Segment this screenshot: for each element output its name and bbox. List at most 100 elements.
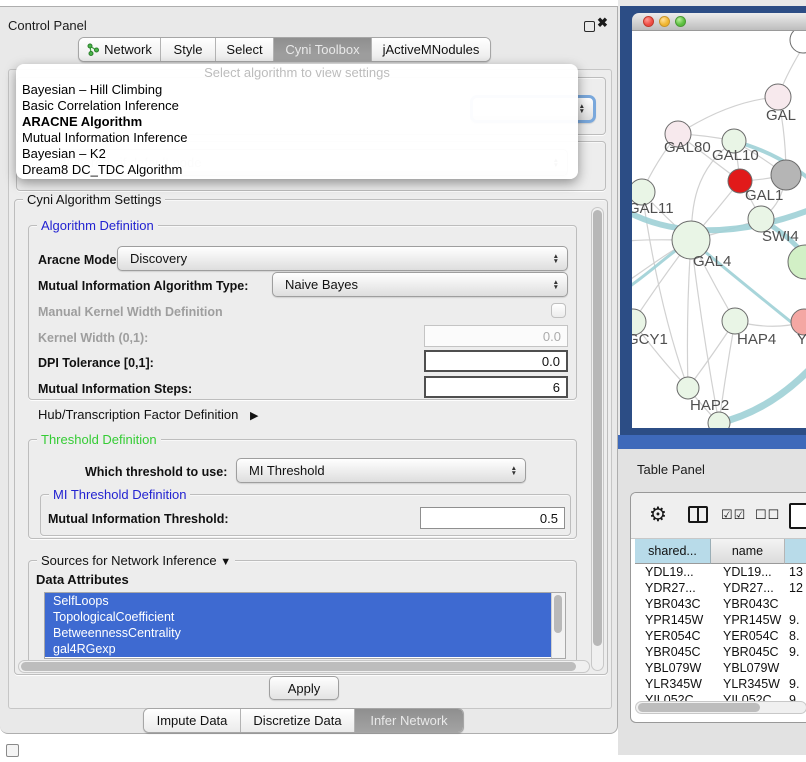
mi-steps-label: Mutual Information Steps:	[38, 382, 192, 396]
table-row[interactable]: YDR27...YDR27...12	[635, 580, 806, 596]
attribute-item-selected[interactable]: SelfLoops	[45, 593, 552, 609]
attribute-item-selected[interactable]: gal4RGexp	[45, 641, 552, 657]
tab-network[interactable]: Network	[79, 38, 161, 61]
dpi-tolerance-value: 0.0	[542, 354, 560, 369]
network-edge[interactable]	[678, 97, 778, 134]
attribute-item-selected[interactable]: BetweennessCentrality	[45, 625, 552, 641]
aracne-mode-combo[interactable]: Discovery ▲▼	[117, 246, 568, 271]
algorithm-item[interactable]: Basic Correlation Inference	[16, 98, 578, 114]
tab-label: Cyni Toolbox	[285, 42, 359, 57]
tab-infer-network[interactable]: Infer Network	[355, 709, 463, 732]
table-horizontal-scrollbar[interactable]	[635, 701, 806, 714]
network-canvas[interactable]: GALGAL80GAL10GAL1GAL11SWI4GAL4GCY1HAP4YH…	[632, 31, 806, 428]
sources-group-title: Sources for Network Inference ▼	[37, 553, 235, 568]
kernel-width-field[interactable]: 0.0	[424, 325, 568, 347]
mi-threshold-field[interactable]: 0.5	[420, 507, 565, 529]
which-threshold-combo[interactable]: MI Threshold ▲▼	[236, 458, 526, 483]
mi-type-value: Naive Bayes	[285, 277, 358, 292]
hub-definition-toggle[interactable]: Hub/Transcription Factor Definition ▶	[38, 407, 258, 422]
minimize-traffic-light-icon[interactable]	[659, 16, 670, 27]
table-row[interactable]: YER054CYER054C8.	[635, 628, 806, 644]
network-node[interactable]	[788, 245, 806, 279]
network-node[interactable]	[771, 160, 801, 190]
node-label: Y	[797, 331, 806, 348]
unchecked-boxes-icon[interactable]: ☐☐	[755, 507, 780, 523]
mi-type-combo[interactable]: Naive Bayes ▲▼	[272, 272, 568, 297]
tab-discretize-data[interactable]: Discretize Data	[241, 709, 355, 732]
scrollbar-thumb[interactable]	[554, 595, 562, 633]
control-panel-tabbar: Network StyleSelect Cyni Toolbox jActiveMNo…	[78, 37, 491, 62]
algorithm-popup-placeholder: Select algorithm to view settings	[16, 64, 578, 82]
dpi-tolerance-field[interactable]: 0.0	[424, 350, 568, 372]
manual-kernel-checkbox[interactable]	[551, 303, 566, 318]
node-label: GAL80	[664, 139, 711, 156]
column-header-1[interactable]: shared...	[635, 539, 711, 564]
mi-type-label: Mutual Information Algorithm Type:	[38, 279, 248, 293]
mi-threshold-value: 0.5	[540, 511, 558, 526]
split-pane-icon[interactable]	[688, 506, 708, 523]
tab-style[interactable]: Style	[161, 38, 216, 61]
tab-label: Network	[104, 42, 152, 57]
table-cell: YBL079W	[711, 660, 785, 676]
network-node[interactable]	[790, 31, 806, 53]
float-window-icon[interactable]	[584, 21, 595, 32]
node-label: GAL4	[693, 253, 731, 270]
mi-steps-field[interactable]: 6	[424, 376, 568, 398]
table-row[interactable]: YBR043CYBR043C	[635, 596, 806, 612]
table-row[interactable]: YBR045CYBR045C9.	[635, 644, 806, 660]
table-cell: YLR345W	[635, 676, 711, 692]
threshold-definition-title: Threshold Definition	[37, 432, 161, 447]
tab-jactivemnodules[interactable]: jActiveMNodules	[372, 38, 490, 61]
apply-button[interactable]: Apply	[269, 676, 339, 700]
network-window-titlebar[interactable]	[632, 13, 806, 31]
collapse-down-icon: ▼	[220, 556, 231, 568]
checked-boxes-icon[interactable]: ☑☑	[721, 507, 746, 523]
node-label: GCY1	[632, 331, 668, 348]
table-cell: YDL19...	[635, 564, 711, 580]
attribute-item-selected[interactable]: TopologicalCoefficient	[45, 609, 552, 625]
aracne-mode-value: Discovery	[130, 251, 187, 266]
network-edge[interactable]	[719, 367, 806, 423]
close-icon[interactable]: ✖	[597, 15, 608, 31]
network-view-window: GALGAL80GAL10GAL1GAL11SWI4GAL4GCY1HAP4YH…	[632, 13, 806, 428]
table-cell: YDR27...	[635, 580, 711, 596]
node-label: HAP4	[737, 331, 776, 348]
tab-label: jActiveMNodules	[383, 42, 480, 57]
table-cell: YDR27...	[711, 580, 785, 596]
table-body: YDL19...YDL19...13YDR27...YDR27...12YBR0…	[635, 564, 806, 708]
tab-cyni-toolbox[interactable]: Cyni Toolbox	[274, 38, 372, 61]
tab-select[interactable]: Select	[216, 38, 274, 61]
data-attributes-list: SelfLoopsTopologicalCoefficientBetweenne…	[44, 592, 566, 659]
attributes-scrollbar[interactable]	[551, 593, 565, 658]
zoom-traffic-light-icon[interactable]	[675, 16, 686, 27]
node-label: GAL	[766, 107, 796, 124]
document-icon[interactable]	[789, 503, 806, 529]
scrollbar-thumb[interactable]	[21, 662, 576, 671]
algorithm-item[interactable]: Dream8 DC_TDC Algorithm	[16, 162, 578, 178]
aracne-mode-label: Aracne Mode:	[38, 253, 121, 267]
minimized-panel-icon[interactable]	[6, 744, 19, 757]
table-row[interactable]: YDL19...YDL19...13	[635, 564, 806, 580]
network-edge[interactable]	[687, 240, 691, 388]
scrollbar-thumb[interactable]	[638, 703, 760, 712]
algorithm-item[interactable]: Bayesian – Hill Climbing	[16, 82, 578, 98]
bottom-tabbar: Impute DataDiscretize DataInfer Network	[143, 708, 464, 733]
algorithm-dropdown-popup: Select algorithm to view settings Bayesi…	[16, 64, 578, 179]
node-label: SWI4	[762, 228, 799, 245]
gear-icon[interactable]: ⚙	[649, 502, 667, 527]
algorithm-item[interactable]: Bayesian – K2	[16, 146, 578, 162]
cyni-algorithm-settings-title: Cyni Algorithm Settings	[23, 192, 165, 207]
column-header-3[interactable]	[785, 539, 806, 564]
settings-horizontal-scrollbar[interactable]	[18, 660, 590, 673]
algorithm-item[interactable]: ARACNE Algorithm	[16, 114, 578, 130]
column-header-2[interactable]: name	[711, 539, 785, 564]
network-node-hap2[interactable]	[677, 377, 699, 399]
close-traffic-light-icon[interactable]	[643, 16, 654, 27]
table-row[interactable]: YLR345WYLR345W9.	[635, 676, 806, 692]
algorithm-item[interactable]: Mutual Information Inference	[16, 130, 578, 146]
tab-impute-data[interactable]: Impute Data	[144, 709, 241, 732]
table-row[interactable]: YBL079WYBL079W	[635, 660, 806, 676]
settings-vertical-scrollbar[interactable]	[591, 207, 604, 671]
scrollbar-thumb[interactable]	[593, 210, 602, 646]
table-row[interactable]: YPR145WYPR145W9.	[635, 612, 806, 628]
